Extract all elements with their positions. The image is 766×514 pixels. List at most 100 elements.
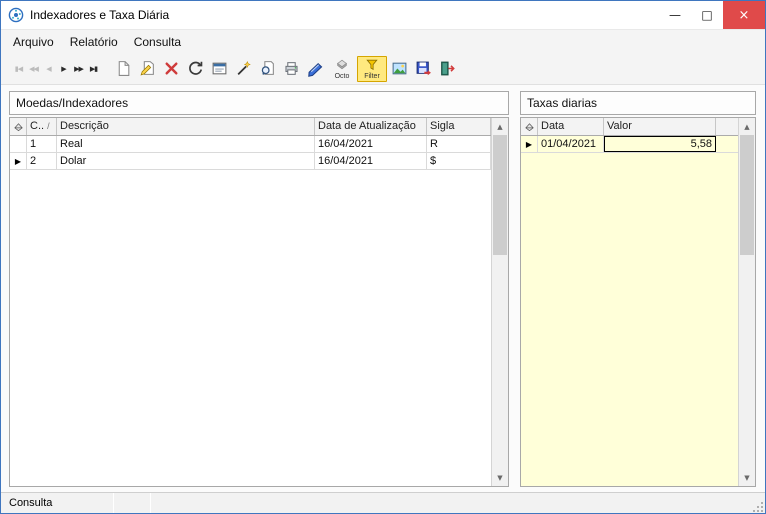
save-export-icon <box>416 61 431 76</box>
vertical-scrollbar-right[interactable]: ▲ ▼ <box>738 118 755 486</box>
nav-last-button[interactable]: ▶▮ <box>86 60 101 78</box>
cell-filler <box>716 136 738 152</box>
scroll-thumb[interactable] <box>493 135 507 255</box>
grid-options-icon <box>524 123 534 132</box>
properties-window-icon <box>212 62 226 75</box>
row-indicator-cell <box>10 136 27 152</box>
table-row-dolar[interactable]: ▶ 2 Dolar 16/04/2021 $ <box>10 153 491 170</box>
blue-book-icon <box>307 62 322 77</box>
edit-document-icon <box>140 61 154 76</box>
cell-sigla[interactable]: $ <box>427 153 491 169</box>
filter-label: Filter <box>364 72 380 80</box>
menu-consulta[interactable]: Consulta <box>126 32 189 52</box>
statusbar-text: Consulta <box>9 497 53 509</box>
panel-title-moedas: Moedas/Indexadores <box>9 91 509 115</box>
column-header-data-atualizacao[interactable]: Data de Atualização <box>315 118 427 135</box>
cell-data[interactable]: 16/04/2021 <box>315 153 427 169</box>
cell-data[interactable]: 01/04/2021 <box>538 136 604 152</box>
column-header-codigo[interactable]: C.. / <box>27 118 57 135</box>
octo-label: Octo <box>334 72 350 80</box>
cell-codigo[interactable]: 1 <box>27 136 57 152</box>
cell-valor-focused[interactable]: 5,58 <box>604 136 716 152</box>
column-header-valor[interactable]: Valor <box>604 118 716 135</box>
current-row-icon: ▶ <box>14 157 22 166</box>
scroll-up-icon[interactable]: ▲ <box>492 118 508 135</box>
statusbar-panel-mid <box>114 493 150 513</box>
refresh-icon <box>188 61 202 75</box>
new-document-icon <box>118 61 129 76</box>
cell-sigla[interactable]: R <box>427 136 491 152</box>
print-preview-icon <box>261 61 274 75</box>
vertical-scrollbar-left[interactable]: ▲ ▼ <box>491 118 508 486</box>
column-header-sigla[interactable]: Sigla <box>427 118 491 135</box>
wand-button[interactable] <box>231 56 255 82</box>
column-header-data[interactable]: Data <box>538 118 604 135</box>
menu-relatorio[interactable]: Relatório <box>62 32 126 52</box>
grid-header: Data Valor <box>521 118 738 136</box>
delete-x-icon <box>164 62 178 75</box>
column-label: C.. <box>30 120 45 132</box>
scroll-down-icon[interactable]: ▼ <box>492 469 508 486</box>
grid-moedas: C.. / Descrição Data de Atualização Sigl… <box>9 117 509 487</box>
scroll-thumb[interactable] <box>740 135 754 255</box>
statusbar-panel-main <box>151 493 751 513</box>
print-button[interactable] <box>279 56 303 82</box>
grid-corner-cell[interactable] <box>10 118 27 135</box>
grid-corner-cell[interactable] <box>521 118 538 135</box>
table-row-taxa[interactable]: ▶ 01/04/2021 5,58 <box>521 136 738 153</box>
filter-funnel-icon <box>366 59 378 70</box>
menubar: Arquivo Relatório Consulta <box>1 29 765 53</box>
row-indicator-cell: ▶ <box>521 136 538 152</box>
scroll-down-icon[interactable]: ▼ <box>739 469 755 486</box>
panel-moedas-indexadores: Moedas/Indexadores C.. / Descrição Data … <box>9 91 509 487</box>
octo-button[interactable]: Octo <box>327 56 357 82</box>
magic-wand-icon <box>237 61 251 75</box>
printer-icon <box>284 62 298 75</box>
book-button[interactable] <box>303 56 327 82</box>
refresh-button[interactable] <box>183 56 207 82</box>
sort-indicator-icon: / <box>47 121 50 131</box>
picture-button[interactable] <box>387 56 411 82</box>
grid-header: C.. / Descrição Data de Atualização Sigl… <box>10 118 491 136</box>
delete-record-button[interactable] <box>159 56 183 82</box>
cell-data[interactable]: 16/04/2021 <box>315 136 427 152</box>
minimize-button[interactable]: — <box>659 1 691 29</box>
current-row-icon: ▶ <box>525 140 533 149</box>
grid-options-icon <box>13 123 23 132</box>
window-controls: — □ × <box>659 1 765 29</box>
exit-door-icon <box>440 61 455 76</box>
exit-button[interactable] <box>435 56 459 82</box>
column-header-descricao[interactable]: Descrição <box>57 118 315 135</box>
cell-codigo[interactable]: 2 <box>27 153 57 169</box>
edit-record-button[interactable] <box>135 56 159 82</box>
filter-button[interactable]: Filter <box>357 55 387 82</box>
menu-arquivo[interactable]: Arquivo <box>5 32 62 52</box>
nav-next-page-button[interactable]: ▶▶ <box>71 60 86 78</box>
window-title: Indexadores e Taxa Diária <box>30 8 170 22</box>
resize-grip-icon <box>753 502 763 512</box>
toolbar: ▮◀ ◀◀ ◀ ▶ ▶▶ ▶▮ Octo Filter <box>1 53 765 85</box>
nav-next-button[interactable]: ▶ <box>56 60 71 78</box>
nav-prior-button[interactable]: ◀ <box>41 60 56 78</box>
scroll-up-icon[interactable]: ▲ <box>739 118 755 135</box>
nav-prior-page-button[interactable]: ◀◀ <box>26 60 41 78</box>
maximize-button[interactable]: □ <box>691 1 723 29</box>
new-record-button[interactable] <box>111 56 135 82</box>
properties-button[interactable] <box>207 56 231 82</box>
save-export-button[interactable] <box>411 56 435 82</box>
nav-first-button[interactable]: ▮◀ <box>11 60 26 78</box>
toolbar-separator <box>101 68 111 69</box>
picture-icon <box>392 62 406 75</box>
titlebar[interactable]: Indexadores e Taxa Diária — □ × <box>1 1 765 29</box>
panel-taxas-diarias: Taxas diarias Data Valor ▶ 01/04/2021 5,… <box>520 91 756 487</box>
resize-grip[interactable] <box>751 493 765 513</box>
cell-descricao[interactable]: Real <box>57 136 315 152</box>
table-row-real[interactable]: 1 Real 16/04/2021 R <box>10 136 491 153</box>
close-button[interactable]: × <box>723 1 765 29</box>
octo-diamond-icon <box>337 59 347 69</box>
cell-descricao[interactable]: Dolar <box>57 153 315 169</box>
app-window: Indexadores e Taxa Diária — □ × Arquivo … <box>0 0 766 514</box>
row-indicator-cell: ▶ <box>10 153 27 169</box>
print-preview-button[interactable] <box>255 56 279 82</box>
statusbar-panel-consulta: Consulta <box>1 493 113 513</box>
